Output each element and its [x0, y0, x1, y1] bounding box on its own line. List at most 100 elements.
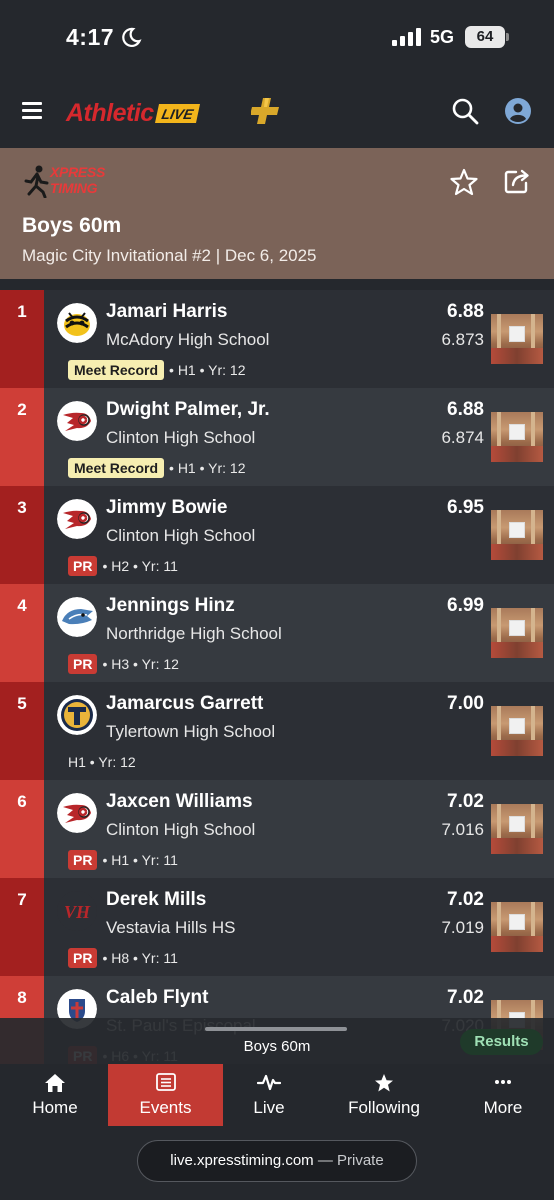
athlete-name[interactable]: Jamarcus Garrett	[106, 693, 263, 715]
team-logo-icon	[57, 401, 97, 441]
now-strip[interactable]: Boys 60m Results	[0, 1018, 554, 1064]
result-mark: 7.02	[447, 791, 484, 812]
runner-icon	[24, 165, 49, 199]
finish-photo-thumbnail[interactable]	[491, 902, 543, 952]
url-private: — Private	[313, 1152, 384, 1169]
athletic-live-logo[interactable]: Athletic LIVE	[66, 98, 200, 128]
school-name[interactable]: Clinton High School	[106, 820, 255, 840]
school-name[interactable]: Clinton High School	[106, 428, 255, 448]
network-label: 5G	[430, 27, 455, 47]
finish-photo-thumbnail[interactable]	[491, 608, 543, 658]
result-row[interactable]: 2 Dwight Palmer, Jr. Clinton High School Me…	[0, 388, 554, 486]
result-row[interactable]: 3 Jimmy Bowie Clinton High School PR • H2 •…	[0, 486, 554, 584]
result-mark-detail: 6.874	[441, 428, 484, 447]
result-meta: Meet Record • H1 • Yr: 12	[68, 359, 246, 381]
star-icon[interactable]	[450, 168, 478, 196]
athlete-name[interactable]: Dwight Palmer, Jr.	[106, 399, 270, 421]
meet-record-badge: Meet Record	[68, 458, 165, 478]
results-button[interactable]: Results	[460, 1029, 543, 1055]
plus-icon[interactable]	[251, 96, 281, 126]
result-mark: 6.88	[447, 399, 484, 420]
result-mark: 7.02	[447, 987, 484, 1008]
place-number: 2	[0, 388, 44, 486]
result-mark: 6.95	[447, 497, 484, 518]
nav-label-following: Following	[348, 1098, 420, 1117]
search-icon[interactable]	[451, 97, 479, 125]
finish-photo-thumbnail[interactable]	[491, 412, 543, 462]
result-meta: Meet Record • H1 • Yr: 12	[68, 457, 246, 479]
result-mark: 7.02	[447, 889, 484, 910]
athlete-name[interactable]: Jaxcen Williams	[106, 791, 253, 813]
nav-label-live: Live	[253, 1098, 285, 1117]
team-logo-icon	[57, 695, 97, 735]
place-number: 1	[0, 290, 44, 388]
result-mark: 6.99	[447, 595, 484, 616]
nav-home[interactable]: Home	[0, 1064, 110, 1126]
heat-year-text: • H8 • Yr: 11	[102, 950, 178, 966]
result-row[interactable]: 1 Jamari Harris McAdory High School Meet Re…	[0, 290, 554, 388]
results-list: 1 Jamari Harris McAdory High School Meet Re…	[0, 290, 554, 1074]
finish-photo-thumbnail[interactable]	[491, 706, 543, 756]
result-meta: PR • H3 • Yr: 12	[68, 653, 179, 675]
app-header: Athletic LIVE	[0, 76, 554, 148]
list-icon	[155, 1073, 176, 1091]
battery-icon: 64	[465, 26, 509, 48]
result-mark-detail: 7.019	[441, 918, 484, 937]
bottom-nav: Home Events Live Following More live.xpr…	[0, 1064, 554, 1200]
status-time: 4:17	[66, 24, 115, 50]
meet-subtitle: Magic City Invitational #2 | Dec 6, 2025	[22, 246, 317, 265]
school-name[interactable]: McAdory High School	[106, 330, 269, 350]
nav-label-home: Home	[32, 1098, 78, 1117]
team-logo-icon	[57, 793, 97, 833]
athlete-name[interactable]: Jimmy Bowie	[106, 497, 227, 519]
drag-handle[interactable]	[205, 1027, 347, 1031]
account-icon[interactable]	[504, 97, 532, 125]
result-row[interactable]: 5 Jamarcus Garrett Tylertown High School H1…	[0, 682, 554, 780]
athlete-name[interactable]: Caleb Flynt	[106, 987, 208, 1009]
athlete-name[interactable]: Jennings Hinz	[106, 595, 235, 617]
heat-year-text: • H1 • Yr: 11	[102, 852, 178, 868]
result-meta: PR • H1 • Yr: 11	[68, 849, 178, 871]
nav-more[interactable]: More	[448, 1064, 554, 1126]
brand-sub: LIVE	[154, 103, 200, 123]
event-title: Boys 60m	[22, 214, 122, 237]
place-number: 3	[0, 486, 44, 584]
finish-photo-thumbnail[interactable]	[491, 314, 543, 364]
url-host: live.xpresstiming.com	[170, 1152, 314, 1169]
result-row[interactable]: 7 VH Derek Mills Vestavia Hills HS PR • H8 •…	[0, 878, 554, 976]
athlete-name[interactable]: Jamari Harris	[106, 301, 227, 323]
meet-header: XPRESS TIMING Boys 60m Magic City Invita…	[0, 148, 554, 279]
menu-icon[interactable]	[22, 102, 42, 120]
status-bar: 4:17 5G 64	[0, 0, 554, 76]
heat-year-text: H1 • Yr: 12	[68, 754, 136, 770]
nav-following[interactable]: Following	[329, 1064, 439, 1126]
finish-photo-thumbnail[interactable]	[491, 804, 543, 854]
moon-icon	[122, 27, 142, 48]
heat-year-text: • H1 • Yr: 12	[169, 362, 246, 378]
place-number: 6	[0, 780, 44, 878]
host-line-1: XPRESS	[50, 164, 105, 180]
school-name[interactable]: Tylertown High School	[106, 722, 275, 742]
heat-year-text: • H3 • Yr: 12	[102, 656, 179, 672]
brand-main: Athletic	[66, 98, 154, 127]
place-number: 5	[0, 682, 44, 780]
result-meta: H1 • Yr: 12	[68, 751, 136, 773]
result-row[interactable]: 4 Jennings Hinz Northridge High School PR •…	[0, 584, 554, 682]
school-name[interactable]: Northridge High School	[106, 624, 282, 644]
share-icon[interactable]	[502, 166, 532, 196]
pr-badge: PR	[68, 850, 98, 870]
nav-live[interactable]: Live	[214, 1064, 324, 1126]
result-row[interactable]: 6 Jaxcen Williams Clinton High School PR • …	[0, 780, 554, 878]
team-logo-icon	[57, 597, 97, 637]
host-logo: XPRESS TIMING	[24, 164, 126, 200]
athlete-name[interactable]: Derek Mills	[106, 889, 206, 911]
place-number: 7	[0, 878, 44, 976]
school-name[interactable]: Vestavia Hills HS	[106, 918, 235, 938]
pr-badge: PR	[68, 556, 98, 576]
result-meta: PR • H2 • Yr: 11	[68, 555, 178, 577]
browser-url-bar[interactable]: live.xpresstiming.com — Private	[137, 1140, 417, 1182]
school-name[interactable]: Clinton High School	[106, 526, 255, 546]
nav-events[interactable]: Events	[108, 1064, 223, 1126]
host-line-2: TIMING	[50, 180, 98, 196]
finish-photo-thumbnail[interactable]	[491, 510, 543, 560]
